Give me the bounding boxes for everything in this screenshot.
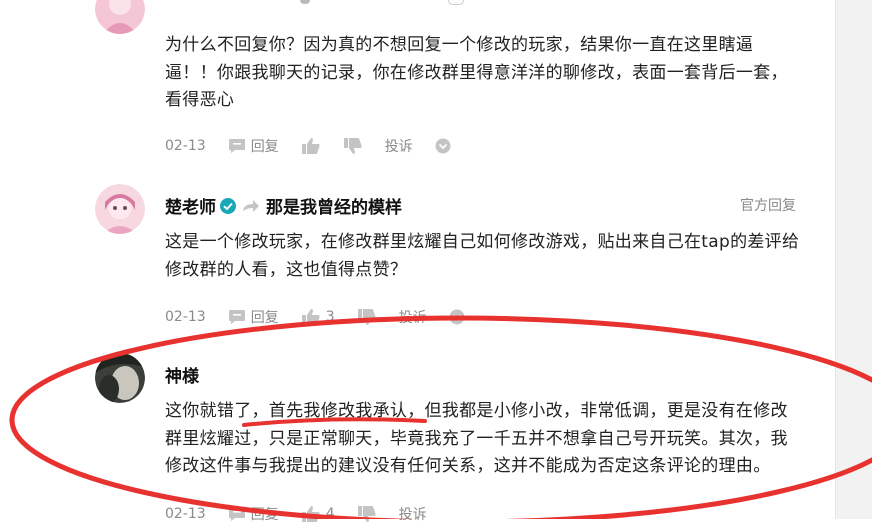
thumbs-up-icon: [301, 138, 320, 154]
report-button[interactable]: 投诉: [385, 136, 413, 156]
official-reply-badge: 官方回复: [740, 198, 796, 214]
like-button[interactable]: [301, 137, 321, 155]
comment-actions: 02-13 回复 3 投诉: [165, 307, 487, 327]
comment-icon: [228, 310, 245, 324]
thumbs-up-icon: [301, 309, 320, 325]
chevron-down-icon: [435, 138, 451, 154]
scrollbar[interactable]: [835, 0, 872, 519]
report-button[interactable]: 投诉: [399, 307, 427, 327]
comment-icon: [228, 507, 245, 521]
comment-text: 这是一个修改玩家，在修改群里炫耀自己如何修改游戏，贴出来自己在tap的差评给修改…: [165, 232, 800, 280]
like-button[interactable]: 3: [301, 308, 335, 326]
report-label: 投诉: [398, 310, 427, 326]
comment-date: 02-13: [165, 506, 206, 522]
reply-label: 回复: [250, 139, 279, 155]
thumbs-up-icon: [301, 506, 320, 522]
thumbs-down-icon: [343, 138, 362, 154]
reply-label: 回复: [250, 507, 279, 523]
dislike-button[interactable]: [357, 308, 377, 326]
verified-icon: [220, 197, 236, 214]
tab-icon: [448, 0, 464, 5]
comment-text: 为什么不回复你？因为真的不想回复一个修改的玩家，结果你一直在这里瞎逼逼！！你跟我…: [165, 35, 788, 110]
comment-text: 这你就错了，首先我修改我承认，但我都是小修小改，非常低调，更是没有在修改群里炫耀…: [165, 401, 788, 476]
avatar[interactable]: [95, 353, 145, 403]
avatar[interactable]: [95, 0, 145, 34]
report-label: 投诉: [384, 139, 413, 155]
comment-icon: [228, 139, 245, 153]
author-name[interactable]: 楚老师: [165, 193, 216, 218]
comment-date: 02-13: [165, 138, 206, 154]
report-button[interactable]: 投诉: [399, 504, 427, 524]
avatar[interactable]: [95, 184, 145, 234]
like-count: 3: [325, 309, 335, 325]
reply-arrow-icon: [243, 199, 259, 212]
like-count: 4: [325, 506, 335, 522]
thumbs-down-icon: [357, 309, 376, 325]
comment-actions: 02-13 回复 投诉: [165, 136, 473, 156]
indicator-icon: [300, 0, 310, 4]
like-button[interactable]: 4: [301, 505, 335, 523]
dislike-button[interactable]: [343, 137, 363, 155]
comment-actions: 02-13 回复 4 投诉: [165, 504, 449, 524]
reply-to-name[interactable]: 那是我曾经的模样: [266, 193, 402, 218]
comment-date: 02-13: [165, 309, 206, 325]
reply-label: 回复: [250, 310, 279, 326]
reply-button[interactable]: 回复: [228, 136, 279, 156]
more-button[interactable]: [435, 138, 451, 154]
reply-button[interactable]: 回复: [228, 307, 279, 327]
thumbs-down-icon: [357, 506, 376, 522]
chevron-down-icon: [449, 309, 465, 325]
reply-button[interactable]: 回复: [228, 504, 279, 524]
author-name[interactable]: 神様: [165, 362, 199, 387]
more-button[interactable]: [449, 309, 465, 325]
report-label: 投诉: [398, 507, 427, 523]
dislike-button[interactable]: [357, 505, 377, 523]
